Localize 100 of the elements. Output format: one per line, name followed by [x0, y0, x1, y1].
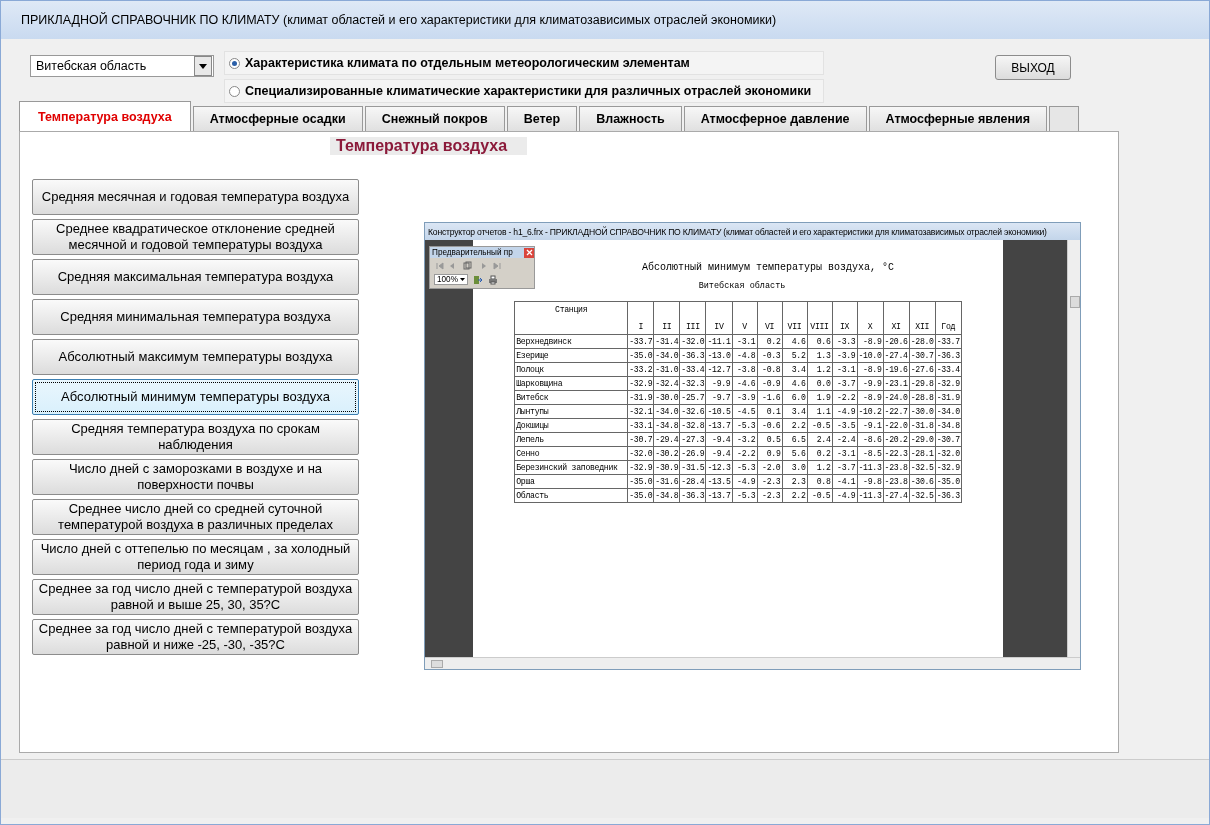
- report-button[interactable]: Средняя температура воздуха по срокам наблюдения: [32, 419, 359, 455]
- tab-strip-end: [1049, 106, 1080, 131]
- table-cell: -23.8: [883, 460, 910, 475]
- table-cell: -10.0: [857, 348, 884, 363]
- table-cell: -25.7: [679, 390, 706, 405]
- table-cell: -31.5: [679, 460, 706, 475]
- mode-radio-option[interactable]: Специализированные климатические характеристики для различных отраслей экономики: [224, 79, 824, 103]
- table-cell: -8.6: [857, 432, 884, 447]
- table-cell: -34.0: [653, 348, 680, 363]
- tab[interactable]: Атмосферные осадки: [192, 106, 363, 131]
- column-header: I: [627, 301, 654, 335]
- station-cell: Полоцк: [514, 362, 628, 377]
- tab[interactable]: Снежный покров: [364, 106, 505, 131]
- table-cell: -23.1: [883, 376, 910, 391]
- table-cell: -9.1: [857, 418, 884, 433]
- report-button[interactable]: Среднее число дней со средней суточной температурой воздуха в различных пределах: [32, 499, 359, 535]
- report-button[interactable]: Число дней с заморозками в воздухе и на поверхности почвы: [32, 459, 359, 495]
- table-cell: 3.0: [782, 460, 807, 475]
- table-cell: -30.7: [627, 432, 654, 447]
- close-icon[interactable]: [524, 247, 534, 258]
- table-cell: -35.0: [627, 474, 654, 489]
- table-cell: 0.1: [757, 404, 782, 419]
- export-icon[interactable]: [472, 274, 483, 285]
- table-cell: -3.3: [832, 334, 857, 349]
- radio-button[interactable]: [229, 57, 240, 69]
- table-cell: 1.9: [807, 390, 832, 405]
- table-cell: 1.3: [807, 348, 832, 363]
- print-icon[interactable]: [487, 274, 498, 285]
- table-cell: -33.7: [627, 334, 654, 349]
- section-title: Температура воздуха: [330, 137, 528, 155]
- station-cell: Область: [514, 488, 628, 503]
- table-cell: -4.5: [732, 404, 757, 419]
- table-cell: -30.6: [909, 474, 936, 489]
- table-cell: -34.0: [653, 404, 680, 419]
- table-cell: -1.6: [757, 390, 782, 405]
- exit-button[interactable]: ВЫХОД: [995, 55, 1071, 80]
- table-cell: -35.0: [627, 488, 654, 503]
- report-button[interactable]: Среднее за год число дней с температурой воздуха равной и выше 25, 30, 35?С: [32, 579, 359, 615]
- radio-button[interactable]: [229, 85, 240, 97]
- table-cell: -22.7: [883, 404, 910, 419]
- table-cell: -3.7: [832, 376, 857, 391]
- table-cell: -35.0: [627, 348, 654, 363]
- table-cell: 0.6: [807, 334, 832, 349]
- table-cell: -30.9: [653, 460, 680, 475]
- report-button[interactable]: Средняя месячная и годовая температура воздуха: [32, 179, 359, 215]
- table-cell: 4.6: [782, 334, 807, 349]
- table-cell: -32.9: [627, 376, 654, 391]
- table-cell: -13.7: [705, 488, 732, 503]
- report-button[interactable]: Средняя максимальная температура воздуха: [32, 259, 359, 295]
- table-cell: -2.2: [732, 446, 757, 461]
- table-cell: -9.8: [857, 474, 884, 489]
- vertical-scrollbar[interactable]: [1067, 240, 1080, 657]
- column-header: IX: [832, 301, 857, 335]
- column-header: III: [679, 301, 706, 335]
- tab[interactable]: Атмосферные явления: [868, 106, 1048, 131]
- table-cell: 0.2: [757, 334, 782, 349]
- table-cell: -32.9: [935, 376, 962, 391]
- table-cell: 1.2: [807, 460, 832, 475]
- tab[interactable]: Атмосферное давление: [683, 106, 867, 131]
- mode-radio-option[interactable]: Характеристика климата по отдельным метеорологическим элементам: [224, 51, 824, 75]
- table-cell: -0.8: [757, 362, 782, 377]
- table-cell: 2.3: [782, 474, 807, 489]
- dropdown-arrow-icon[interactable]: [459, 278, 465, 281]
- table-cell: 0.5: [757, 432, 782, 447]
- station-cell: Витебск: [514, 390, 628, 405]
- table-cell: -31.8: [909, 418, 936, 433]
- report-button[interactable]: Среднее квадратическое отклонение средней месячной и годовой температуры воздуха: [32, 219, 359, 255]
- table-cell: -36.3: [935, 488, 962, 503]
- report-button[interactable]: Средняя минимальная температура воздуха: [32, 299, 359, 335]
- table-cell: -30.0: [653, 390, 680, 405]
- table-cell: 3.4: [782, 362, 807, 377]
- table-cell: -0.5: [807, 488, 832, 503]
- table-cell: -36.3: [679, 488, 706, 503]
- table-cell: -2.3: [757, 488, 782, 503]
- report-button[interactable]: Число дней с оттепелью по месяцам , за холодный период года и зиму: [32, 539, 359, 575]
- table-cell: -3.1: [832, 446, 857, 461]
- table-cell: -32.0: [935, 446, 962, 461]
- table-cell: -13.0: [705, 348, 732, 363]
- table-cell: -10.5: [705, 404, 732, 419]
- table-cell: -8.9: [857, 390, 884, 405]
- table-cell: -28.4: [679, 474, 706, 489]
- table-cell: -9.9: [705, 376, 732, 391]
- report-button[interactable]: Абсолютный максимум температуры воздуха: [32, 339, 359, 375]
- table-cell: -32.3: [679, 376, 706, 391]
- region-dropdown[interactable]: Витебская область: [30, 55, 214, 77]
- zoom-dropdown[interactable]: 100%: [434, 274, 468, 285]
- tab[interactable]: Температура воздуха: [19, 101, 191, 131]
- table-cell: -11.3: [857, 460, 884, 475]
- table-cell: -32.0: [679, 334, 706, 349]
- report-subtitle: Витебская область: [697, 281, 786, 291]
- table-cell: -20.2: [883, 432, 910, 447]
- table-cell: -28.8: [909, 390, 936, 405]
- tab[interactable]: Влажность: [579, 106, 682, 131]
- table-cell: -22.3: [883, 446, 910, 461]
- report-button[interactable]: Абсолютный минимум температуры воздуха: [32, 379, 359, 415]
- report-button[interactable]: Среднее за год число дней с температурой воздуха равной и ниже -25, -30, -35?С: [32, 619, 359, 655]
- horizontal-scrollbar[interactable]: [425, 657, 1080, 669]
- tab[interactable]: Ветер: [506, 106, 578, 131]
- table-cell: -32.9: [935, 460, 962, 475]
- column-header: X: [857, 301, 884, 335]
